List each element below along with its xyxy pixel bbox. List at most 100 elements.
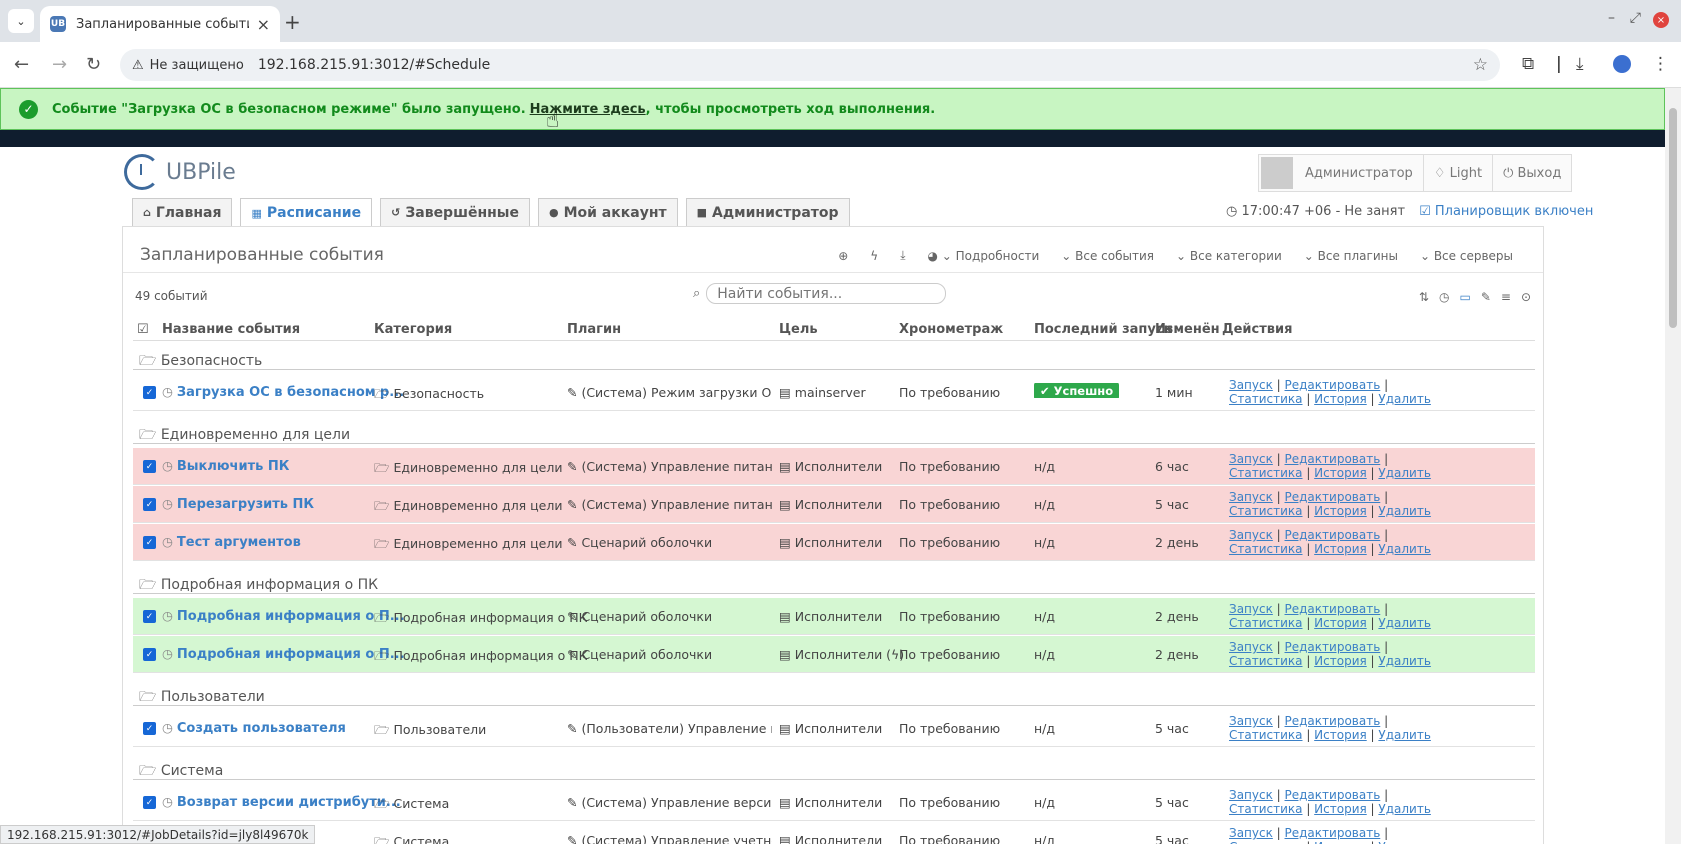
event-name[interactable]: Перезагрузить ПК	[177, 497, 314, 512]
details-toggle[interactable]: ◕ ⌄ Подробности	[928, 249, 1040, 263]
column-header[interactable]: Категория	[374, 322, 452, 337]
edit-link[interactable]: Редактировать	[1285, 602, 1381, 616]
sort-icon[interactable]: ⇅	[1419, 290, 1429, 304]
select-all-icon[interactable]: ☑	[137, 322, 149, 337]
delete-link[interactable]: Удалить	[1378, 466, 1431, 480]
edit-link[interactable]: Редактировать	[1285, 452, 1381, 466]
edit-link[interactable]: Редактировать	[1285, 528, 1381, 542]
history-link[interactable]: История	[1314, 542, 1367, 556]
run-link[interactable]: Запуск	[1229, 490, 1273, 504]
group-header[interactable]: 🗁 Безопасность	[133, 342, 1535, 370]
tab-schedule[interactable]: ▦ Расписание	[240, 198, 373, 227]
folder-view-icon[interactable]: ▭	[1459, 290, 1470, 304]
avatar[interactable]	[1261, 157, 1293, 189]
delete-link[interactable]: Удалить	[1378, 616, 1431, 630]
group-header[interactable]: 🗁 Система	[133, 752, 1535, 780]
stats-link[interactable]: Статистика	[1229, 802, 1303, 816]
close-tab-icon[interactable]: ×	[257, 15, 270, 34]
clock-view-icon[interactable]: ◷	[1439, 290, 1449, 304]
plugin-view-icon[interactable]: ✎	[1481, 290, 1491, 304]
security-indicator[interactable]: ⚠ Не защищено	[132, 58, 244, 73]
url-text[interactable]: 192.168.215.91:3012/#Schedule	[258, 57, 490, 73]
event-link[interactable]: ◷ Создать пользователя	[162, 720, 346, 736]
stats-link[interactable]: Статистика	[1229, 542, 1303, 556]
up-arrow-icon[interactable]: ⊙	[1521, 290, 1531, 304]
history-link[interactable]: История	[1314, 802, 1367, 816]
add-event-icon[interactable]: ⊕	[838, 249, 848, 263]
tab-home[interactable]: ⌂ Главная	[132, 198, 233, 226]
scheduler-toggle[interactable]: ☑ Планировщик включен	[1419, 204, 1593, 219]
delete-link[interactable]: Удалить	[1378, 802, 1431, 816]
column-header[interactable]: Изменён	[1155, 322, 1220, 337]
edit-link[interactable]: Редактировать	[1285, 378, 1381, 392]
delete-link[interactable]: Удалить	[1378, 392, 1431, 406]
event-link[interactable]: ◷ Выключить ПК	[162, 458, 289, 474]
history-link[interactable]: История	[1314, 392, 1367, 406]
row-checkbox[interactable]: ✓	[143, 610, 156, 623]
stats-link[interactable]: Статистика	[1229, 466, 1303, 480]
extensions-icon[interactable]: ⧉	[1522, 54, 1534, 74]
page-scrollbar[interactable]	[1665, 88, 1681, 844]
bookmark-star-icon[interactable]: ☆	[1473, 55, 1488, 75]
group-header[interactable]: 🗁 Единовременно для цели	[133, 416, 1535, 444]
stats-link[interactable]: Статистика	[1229, 728, 1303, 742]
lightning-icon[interactable]: ϟ	[870, 249, 878, 263]
event-name[interactable]: Загрузка ОС в безопасном р...	[177, 385, 404, 400]
user-name[interactable]: Администратор	[1295, 155, 1423, 191]
minimize-icon[interactable]: –	[1608, 10, 1615, 26]
profile-icon[interactable]	[1613, 55, 1631, 73]
run-link[interactable]: Запуск	[1229, 378, 1273, 392]
history-link[interactable]: История	[1314, 616, 1367, 630]
delete-link[interactable]: Удалить	[1378, 542, 1431, 556]
event-link[interactable]: ◷ Тест аргументов	[162, 534, 301, 550]
delete-link[interactable]: Удалить	[1378, 840, 1431, 844]
app-logo[interactable]: UBPile	[124, 154, 236, 190]
event-name[interactable]: Создать пользователя	[177, 721, 346, 736]
column-header[interactable]: Название события	[162, 322, 300, 337]
row-checkbox[interactable]: ✓	[143, 460, 156, 473]
tab-completed[interactable]: ↺ Завершённые	[380, 198, 530, 226]
row-checkbox[interactable]: ✓	[143, 722, 156, 735]
event-link[interactable]: ◷ Загрузка ОС в безопасном р...	[162, 384, 404, 400]
run-link[interactable]: Запуск	[1229, 528, 1273, 542]
stats-link[interactable]: Статистика	[1229, 654, 1303, 668]
edit-link[interactable]: Редактировать	[1285, 490, 1381, 504]
event-name[interactable]: Подробная информация о П...	[177, 609, 405, 624]
history-link[interactable]: История	[1314, 466, 1367, 480]
edit-link[interactable]: Редактировать	[1285, 714, 1381, 728]
browser-tab[interactable]: UB Запланированные события ×	[40, 6, 280, 42]
delete-link[interactable]: Удалить	[1378, 728, 1431, 742]
search-input[interactable]	[706, 283, 947, 304]
event-name[interactable]: Возврат версии дистрибути...	[177, 795, 401, 810]
filter-plugins[interactable]: ⌄ Все плагины	[1304, 249, 1398, 263]
row-checkbox[interactable]: ✓	[143, 386, 156, 399]
run-link[interactable]: Запуск	[1229, 640, 1273, 654]
back-icon[interactable]: ←	[14, 54, 29, 75]
tab-admin[interactable]: ■ Администратор	[685, 198, 850, 226]
event-link[interactable]: ◷ Подробная информация о П...	[162, 646, 405, 662]
history-link[interactable]: История	[1314, 504, 1367, 518]
row-checkbox[interactable]: ✓	[143, 498, 156, 511]
logout-button[interactable]: ⏻ Выход	[1492, 155, 1571, 191]
stats-link[interactable]: Статистика	[1229, 504, 1303, 518]
server-view-icon[interactable]: ≡	[1501, 290, 1511, 304]
close-window-icon[interactable]: ×	[1653, 12, 1669, 28]
run-link[interactable]: Запуск	[1229, 788, 1273, 802]
column-header[interactable]: Цель	[779, 322, 818, 337]
delete-link[interactable]: Удалить	[1378, 654, 1431, 668]
history-link[interactable]: История	[1314, 840, 1367, 844]
filter-servers[interactable]: ⌄ Все серверы	[1420, 249, 1513, 263]
scroll-thumb[interactable]	[1669, 108, 1677, 328]
run-link[interactable]: Запуск	[1229, 826, 1273, 840]
forward-icon[interactable]: →	[52, 54, 67, 75]
stats-link[interactable]: Статистика	[1229, 840, 1303, 844]
event-link[interactable]: ◷ Перезагрузить ПК	[162, 496, 314, 512]
edit-link[interactable]: Редактировать	[1285, 640, 1381, 654]
edit-link[interactable]: Редактировать	[1285, 826, 1381, 840]
column-header[interactable]: Плагин	[567, 322, 621, 337]
column-header[interactable]: Хронометраж	[899, 322, 1003, 337]
row-checkbox[interactable]: ✓	[143, 536, 156, 549]
group-header[interactable]: 🗁 Пользователи	[133, 678, 1535, 706]
stats-link[interactable]: Статистика	[1229, 616, 1303, 630]
event-name[interactable]: Подробная информация о П...	[177, 647, 405, 662]
